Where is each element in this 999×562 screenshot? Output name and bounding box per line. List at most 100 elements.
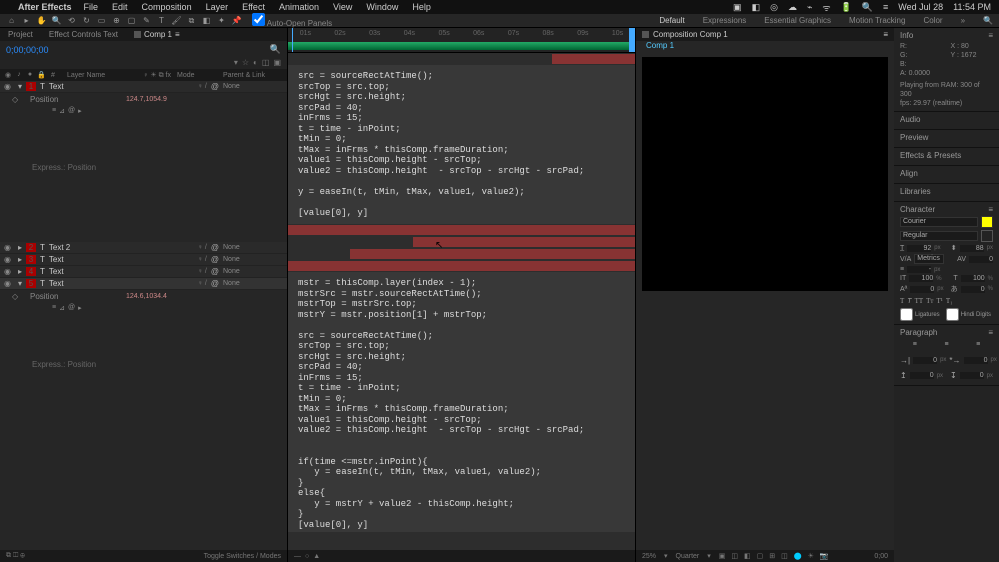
layer-name[interactable]: Text	[49, 279, 194, 288]
space-before-input[interactable]	[910, 372, 934, 379]
property-row[interactable]: ◇ Position 124.7,1054.9	[0, 93, 287, 105]
libraries-panel[interactable]: Libraries	[894, 184, 999, 202]
hand-tool[interactable]: ✋	[36, 15, 47, 26]
visibility-icon[interactable]: ◉	[4, 267, 14, 276]
parent-select[interactable]: None	[223, 256, 283, 263]
ws-default[interactable]: Default	[659, 16, 684, 25]
layer-search-icon[interactable]: 🔍	[270, 44, 281, 55]
home-tool[interactable]: ⌂	[6, 15, 17, 26]
eraser-tool[interactable]: ◧	[201, 15, 212, 26]
layer-row[interactable]: ◉▸2TText 2♀ / @None	[0, 242, 287, 254]
indent-left-input[interactable]	[913, 357, 937, 364]
prop-value[interactable]: 124.6,1034.4	[126, 293, 167, 300]
prop-position[interactable]: Position	[30, 292, 120, 301]
ws-essential[interactable]: Essential Graphics	[764, 16, 831, 25]
zoom-slider[interactable]: ○	[305, 553, 309, 560]
parent-pick-icon[interactable]: @	[211, 243, 219, 252]
viewer-breadcrumb[interactable]: Comp 1	[636, 41, 894, 53]
control-center-icon[interactable]: ≡	[883, 2, 888, 12]
layer-name[interactable]: Text	[49, 82, 194, 91]
font-style-select[interactable]: Regular	[900, 231, 978, 241]
ws-color[interactable]: Color	[923, 16, 942, 25]
parent-pick-icon[interactable]: @	[211, 82, 219, 91]
ligatures-checkbox[interactable]	[900, 308, 913, 321]
layer-bar[interactable]	[413, 237, 635, 247]
render-icon[interactable]: ▣	[273, 58, 281, 67]
time-ruler[interactable]: 01s02s03s04s05s06s07s08s09s10s	[288, 28, 635, 53]
expr-pick-icon[interactable]: @	[68, 107, 75, 115]
fast-preview-icon[interactable]: ▣	[719, 552, 726, 560]
cloud-icon[interactable]: ☁	[788, 2, 797, 13]
status-icon[interactable]: ◧	[752, 2, 761, 13]
zoom-out-icon[interactable]: —	[294, 553, 301, 560]
menu-animation[interactable]: Animation	[279, 2, 319, 12]
parent-pick-icon[interactable]: @	[211, 255, 219, 264]
transparency-icon[interactable]: ◫	[731, 552, 738, 560]
menu-edit[interactable]: Edit	[112, 2, 128, 12]
roi-icon[interactable]: ▢	[757, 552, 764, 560]
keyframe-nav[interactable]: ◇	[12, 95, 24, 104]
tsume-input[interactable]	[961, 286, 985, 293]
tracking-input[interactable]	[969, 256, 993, 263]
zoom-tool[interactable]: 🔍	[51, 15, 62, 26]
tab-comp[interactable]: Comp 1	[144, 30, 172, 39]
subscript-button[interactable]: T₁	[946, 297, 953, 305]
space-after-input[interactable]	[960, 372, 984, 379]
menubar-date[interactable]: Wed Jul 28	[898, 2, 943, 12]
effects-panel[interactable]: Effects & Presets	[894, 148, 999, 166]
align-left-button[interactable]: ≡	[900, 339, 930, 349]
expr-pick-icon[interactable]: @	[68, 304, 75, 312]
exposure-icon[interactable]: ☀	[808, 552, 814, 560]
stroke-width-input[interactable]	[907, 266, 931, 273]
zoom-in-icon[interactable]: ▲	[313, 553, 320, 560]
kerning-select[interactable]: Metrics	[914, 254, 944, 264]
expr-enable-icon[interactable]: ≡	[52, 107, 56, 115]
smallcaps-button[interactable]: Tᴛ	[926, 297, 933, 305]
parent-select[interactable]: None	[223, 244, 283, 251]
playhead[interactable]	[292, 28, 293, 52]
parent-pick-icon[interactable]: @	[211, 267, 219, 276]
keyframe-nav[interactable]: ◇	[12, 292, 24, 301]
selection-tool[interactable]: ▸	[21, 15, 32, 26]
tab-project[interactable]: Project	[0, 30, 41, 39]
viewer-title[interactable]: Composition Comp 1	[653, 30, 728, 39]
timecode[interactable]: 0;00;00;00	[6, 45, 49, 55]
search-icon[interactable]: 🔍	[983, 16, 993, 25]
layer-row[interactable]: ◉▸4TText♀ / @None	[0, 266, 287, 278]
camera-tool[interactable]: ▭	[96, 15, 107, 26]
hscale-input[interactable]	[961, 275, 985, 282]
expr-lang-icon[interactable]: ▸	[78, 107, 82, 115]
expression-editor[interactable]: mstr = thisComp.layer(index - 1); mstrSr…	[288, 272, 635, 532]
spotlight-icon[interactable]: 🔍	[862, 2, 873, 13]
layer-row[interactable]: ◉▾5TText♀ / @None	[0, 278, 287, 290]
italic-button[interactable]: T	[907, 297, 911, 305]
stroke-color-swatch[interactable]	[981, 230, 993, 242]
expr-graph-icon[interactable]: ⊿	[59, 107, 65, 115]
layer-row[interactable]: ◉ ▾1 T Text ♀ / @ None	[0, 81, 287, 93]
wifi-icon[interactable]: ᯤ	[822, 1, 830, 14]
comp-end-marker[interactable]	[629, 28, 635, 52]
property-row[interactable]: ◇ Position 124.6,1034.4	[0, 290, 287, 302]
roto-tool[interactable]: ✦	[216, 15, 227, 26]
ws-expressions[interactable]: Expressions	[703, 16, 747, 25]
fx-icon[interactable]: ☆	[242, 58, 249, 67]
shape-tool[interactable]: ▢	[126, 15, 137, 26]
status-icon[interactable]: ▣	[733, 2, 742, 13]
layer-row[interactable]: ◉▸3TText♀ / @None	[0, 254, 287, 266]
tab-effect-controls[interactable]: Effect Controls Text	[41, 30, 126, 39]
prop-value[interactable]: 124.7,1054.9	[126, 96, 167, 103]
shy-icon[interactable]: ▾	[234, 58, 238, 67]
layer-bar[interactable]	[288, 225, 635, 235]
expr-enable-icon[interactable]: ≡	[52, 304, 56, 312]
bluetooth-icon[interactable]: ⌁	[807, 2, 812, 13]
zoom-select[interactable]: 25%	[642, 553, 656, 560]
allcaps-button[interactable]: TT	[915, 297, 924, 305]
visibility-icon[interactable]: ◉	[4, 255, 14, 264]
work-area-bar[interactable]	[288, 42, 635, 50]
parent-pick-icon[interactable]: @	[211, 279, 219, 288]
battery-icon[interactable]: 🔋	[841, 2, 852, 13]
panel-menu-icon[interactable]: ≡	[988, 31, 993, 40]
audio-panel[interactable]: Audio	[894, 112, 999, 130]
parent-select[interactable]: None	[223, 268, 283, 275]
layer-bar[interactable]	[552, 54, 635, 64]
